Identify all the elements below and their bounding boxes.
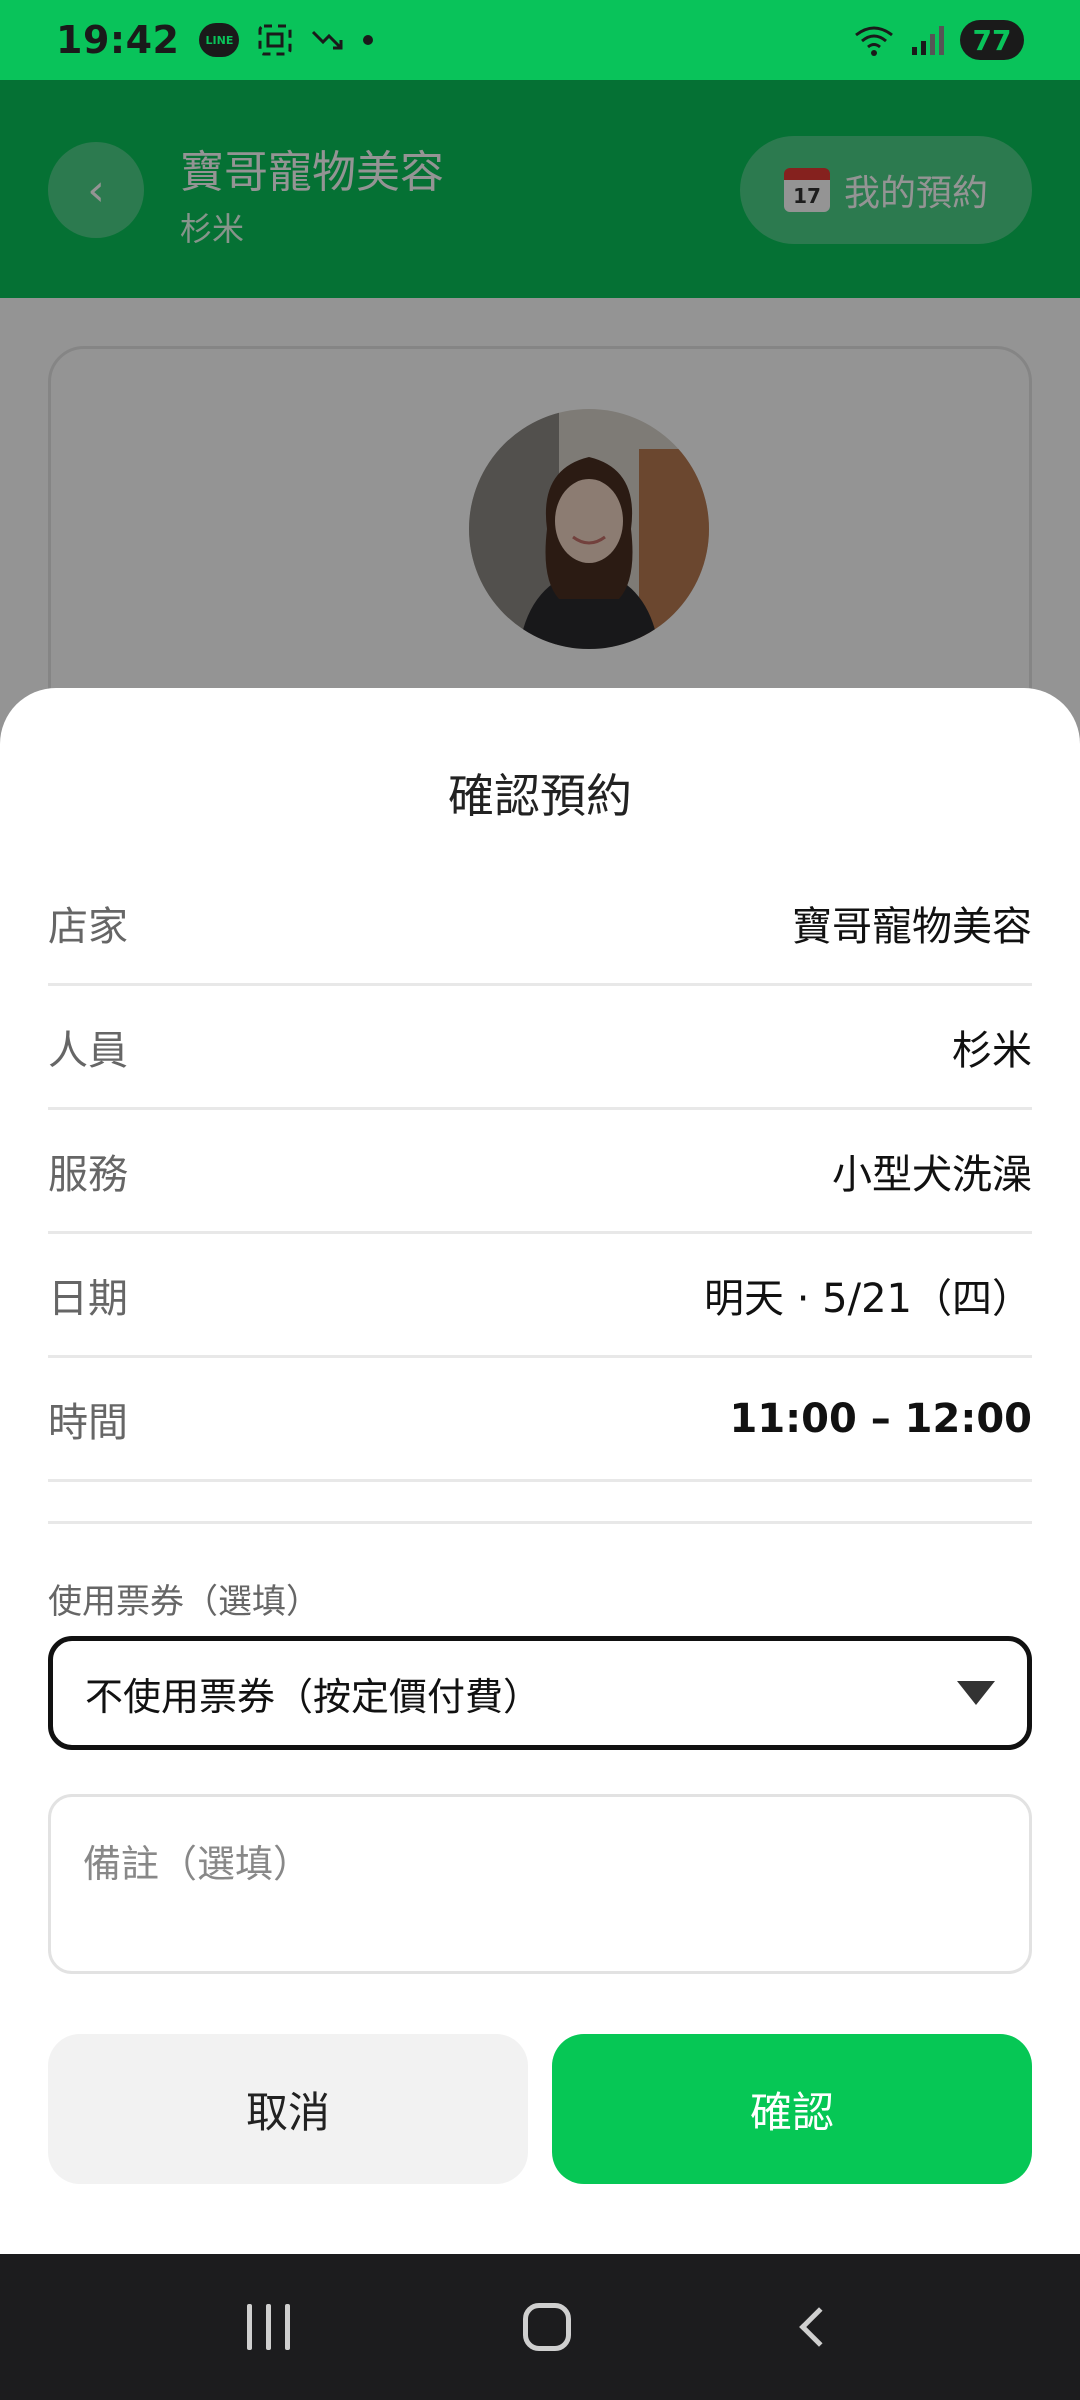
confirm-label: 確認 bbox=[749, 2087, 834, 2137]
wifi-icon bbox=[855, 26, 893, 56]
row-value: 小型犬洗澡 bbox=[832, 1151, 1032, 1198]
home-icon[interactable] bbox=[523, 2303, 572, 2351]
status-time: 19:42 bbox=[56, 18, 180, 62]
row-value: 11:00 – 12:00 bbox=[729, 1395, 1033, 1442]
row-label: 日期 bbox=[48, 1275, 128, 1322]
coupon-label: 使用票券（選填） bbox=[48, 1582, 320, 1622]
coupon-selected-value: 不使用票券（按定價付費） bbox=[85, 1674, 542, 1719]
battery-indicator: 77 bbox=[960, 20, 1024, 60]
status-bar: 19:42 LINE 77 bbox=[0, 0, 1080, 80]
section-divider bbox=[48, 1521, 1032, 1524]
trend-icon bbox=[312, 30, 343, 50]
row-value: 明天 · 5/21（四） bbox=[704, 1275, 1032, 1322]
notification-dot-icon bbox=[363, 35, 374, 45]
confirm-button[interactable]: 確認 bbox=[552, 2034, 1032, 2184]
signal-icon bbox=[912, 26, 944, 55]
confirm-booking-sheet: 確認預約 店家 寶哥寵物美容 人員 杉米 服務 小型犬洗澡 日期 明天 · 5/… bbox=[0, 688, 1080, 2254]
coupon-select[interactable]: 不使用票券（按定價付費） bbox=[48, 1636, 1032, 1750]
sheet-title: 確認預約 bbox=[448, 769, 632, 823]
dropdown-triangle-icon bbox=[957, 1681, 995, 1705]
row-label: 人員 bbox=[48, 1027, 128, 1074]
detail-row-staff: 人員 杉米 bbox=[48, 986, 1032, 1110]
detail-row-date: 日期 明天 · 5/21（四） bbox=[48, 1234, 1032, 1358]
status-system-icons: 77 bbox=[852, 20, 1024, 60]
row-label: 店家 bbox=[48, 903, 128, 950]
row-value: 杉米 bbox=[952, 1027, 1032, 1074]
cancel-label: 取消 bbox=[245, 2087, 330, 2137]
line-app-icon: LINE bbox=[199, 23, 240, 57]
status-notification-icons: LINE bbox=[199, 23, 374, 57]
note-textarea[interactable]: 備註（選填） bbox=[48, 1794, 1032, 1974]
row-label: 服務 bbox=[48, 1151, 128, 1198]
system-nav-bar bbox=[0, 2254, 1080, 2400]
row-value: 寶哥寵物美容 bbox=[792, 903, 1032, 950]
recent-apps-icon[interactable] bbox=[246, 2304, 290, 2350]
row-label: 時間 bbox=[48, 1399, 128, 1446]
detail-row-shop: 店家 寶哥寵物美容 bbox=[48, 862, 1032, 986]
screenshot-icon bbox=[258, 24, 292, 56]
cancel-button[interactable]: 取消 bbox=[48, 2034, 528, 2184]
detail-row-service: 服務 小型犬洗澡 bbox=[48, 1110, 1032, 1234]
nav-back-icon[interactable] bbox=[799, 2307, 839, 2347]
note-placeholder: 備註（選填） bbox=[83, 1842, 312, 1886]
detail-row-time: 時間 11:00 – 12:00 bbox=[48, 1358, 1032, 1482]
